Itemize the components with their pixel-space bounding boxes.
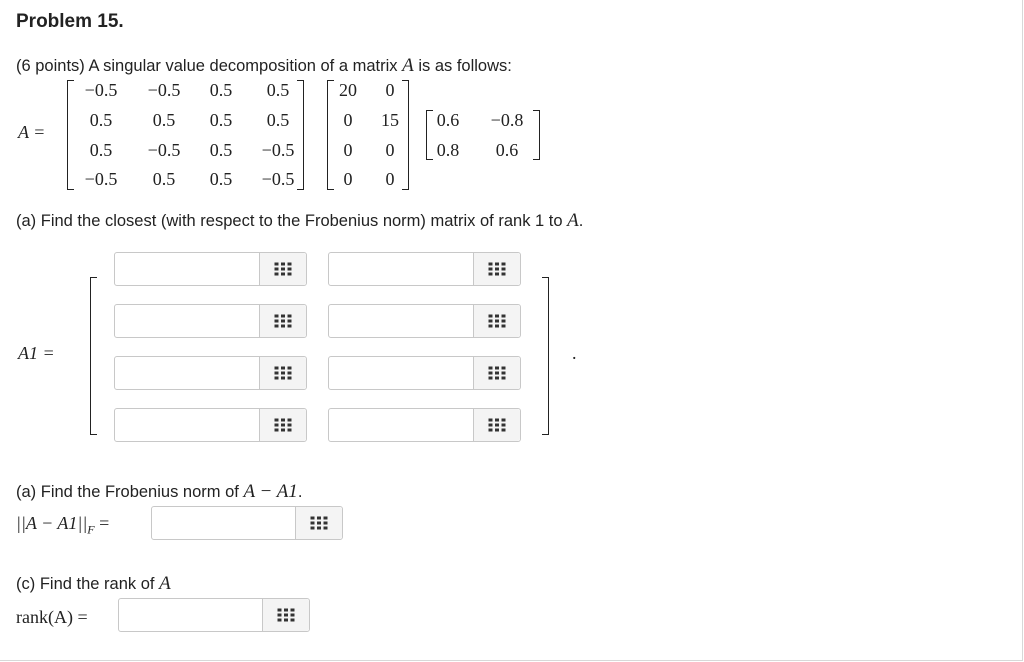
part-c-question: (c) Find the rank of A (16, 573, 171, 595)
a1-answer-box (114, 252, 307, 286)
rank-label: rank(A) = (16, 607, 88, 627)
a1-matrix-button[interactable] (473, 253, 520, 285)
problem-title: Problem 15. (16, 11, 124, 32)
frobenius-subscript: F (87, 522, 95, 537)
a1-answer-box (114, 408, 307, 442)
part-b-tail: . (297, 483, 303, 501)
sigma-matrix-cell: 0 (385, 80, 395, 100)
part-b-text: (a) Find the Frobenius norm of (16, 483, 239, 501)
a1-matrix-button[interactable] (473, 357, 520, 389)
a1-entry-input[interactable] (117, 307, 261, 337)
u-matrix-cell: −0.5 (147, 140, 181, 160)
u-matrix-cell: 0.5 (209, 140, 233, 160)
a1-left-bracket (90, 277, 97, 435)
a1-entry-input[interactable] (117, 359, 261, 389)
grid-icon (274, 366, 292, 380)
v-matrix-cell: 0.6 (436, 110, 460, 130)
a-equals-label: A = (18, 122, 46, 142)
u-matrix-cell: 0.5 (266, 110, 290, 130)
a1-matrix-button[interactable] (473, 409, 520, 441)
sigma-matrix-cell: 15 (381, 110, 399, 130)
a1-answer-box (328, 304, 521, 338)
a1-trailing-period: . (572, 343, 577, 363)
a1-answer-box (328, 252, 521, 286)
rank-input[interactable] (121, 601, 265, 631)
a1-entry-input[interactable] (331, 307, 475, 337)
sigma-matrix-cell: 0 (385, 140, 395, 160)
part-a-var: A (567, 210, 579, 231)
u-matrix-cell: 0.5 (152, 110, 176, 130)
frobenius-expr: ||A − A1|| (16, 513, 88, 533)
a1-answer-box (328, 408, 521, 442)
sigma-matrix-cell: 20 (339, 80, 357, 100)
a1-entry-input[interactable] (117, 411, 261, 441)
frobenius-input[interactable] (154, 509, 298, 539)
grid-icon (488, 418, 506, 432)
grid-icon (310, 516, 328, 530)
rank-answer-box (118, 598, 310, 632)
u-matrix-cell: 0.5 (209, 80, 233, 100)
u-matrix-cell: 0.5 (89, 110, 113, 130)
intro-tail: is as follows: (418, 57, 512, 75)
grid-icon (274, 262, 292, 276)
frobenius-matrix-button[interactable] (295, 507, 342, 539)
v-matrix-cell: 0.6 (495, 140, 519, 160)
v-right-bracket (533, 110, 540, 160)
part-c-var: A (159, 573, 171, 594)
u-matrix-cell: 0.5 (266, 80, 290, 100)
u-matrix-cell: 0.5 (209, 110, 233, 130)
intro-line: (6 points) A singular value decompositio… (16, 55, 512, 77)
a1-right-bracket (542, 277, 549, 435)
rank-matrix-button[interactable] (262, 599, 309, 631)
a1-matrix-button[interactable] (259, 409, 306, 441)
a1-answer-box (328, 356, 521, 390)
part-a-text: (a) Find the closest (with respect to th… (16, 212, 563, 230)
sigma-matrix-cell: 0 (343, 169, 353, 189)
v-matrix-cell: 0.8 (436, 140, 460, 160)
grid-icon (274, 314, 292, 328)
u-matrix-cell: −0.5 (147, 80, 181, 100)
sigma-matrix-cell: 0 (343, 140, 353, 160)
grid-icon (274, 418, 292, 432)
sigma-matrix-cell: 0 (343, 110, 353, 130)
u-matrix-cell: 0.5 (209, 169, 233, 189)
part-b-expr: A − A1 (243, 481, 298, 502)
grid-icon (488, 314, 506, 328)
grid-icon (277, 608, 295, 622)
a1-entry-input[interactable] (117, 255, 261, 285)
part-c-text: (c) Find the rank of (16, 575, 155, 593)
a1-entry-input[interactable] (331, 411, 475, 441)
grid-icon (488, 262, 506, 276)
u-matrix-cell: −0.5 (84, 169, 118, 189)
a1-entry-input[interactable] (331, 255, 475, 285)
a1-entry-input[interactable] (331, 359, 475, 389)
a1-answer-box (114, 356, 307, 390)
a1-matrix-button[interactable] (259, 305, 306, 337)
u-matrix-cell: −0.5 (261, 169, 295, 189)
frobenius-answer-box (151, 506, 343, 540)
part-a-tail: . (578, 212, 584, 230)
frobenius-eq: = (99, 513, 110, 533)
grid-icon (488, 366, 506, 380)
intro-var: A (402, 55, 414, 76)
u-matrix-cell: −0.5 (84, 80, 118, 100)
v-matrix-cell: −0.8 (490, 110, 524, 130)
a1-matrix-button[interactable] (473, 305, 520, 337)
a1-label: A1 = (18, 343, 55, 363)
a1-matrix-button[interactable] (259, 357, 306, 389)
a1-answer-box (114, 304, 307, 338)
part-a-question: (a) Find the closest (with respect to th… (16, 210, 583, 232)
sigma-matrix-cell: 0 (385, 169, 395, 189)
u-matrix-cell: 0.5 (152, 169, 176, 189)
u-matrix-cell: −0.5 (261, 140, 295, 160)
frobenius-label: ||A − A1||F = (16, 513, 109, 538)
part-b-question: (a) Find the Frobenius norm of A − A1. (16, 481, 302, 503)
intro-text: (6 points) A singular value decompositio… (16, 57, 398, 75)
u-matrix-cell: 0.5 (89, 140, 113, 160)
problem-page: Problem 15. (6 points) A singular value … (0, 0, 1023, 661)
a1-matrix-button[interactable] (259, 253, 306, 285)
